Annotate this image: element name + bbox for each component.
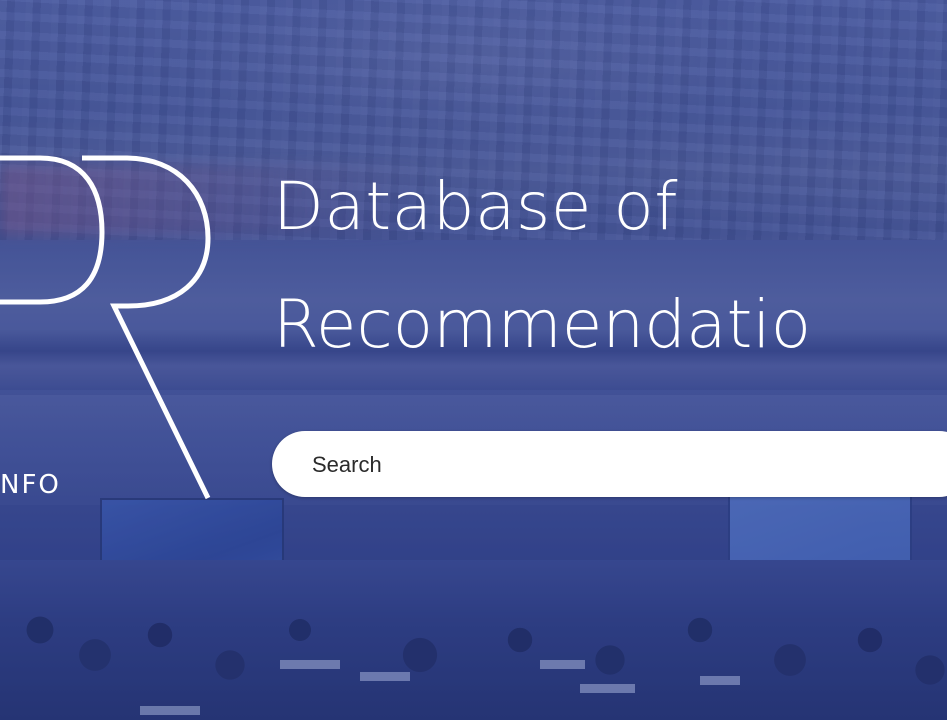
page-title-line2: Recommendatio [273, 286, 812, 363]
upr-logo-icon[interactable] [0, 150, 220, 510]
page-title-line1: Database of [273, 168, 679, 245]
page-title: Database of Recommendatio [273, 148, 811, 384]
search-bar[interactable] [272, 431, 947, 497]
hero-banner: NFO Database of Recommendatio [0, 0, 947, 720]
logo-text: NFO [0, 470, 61, 500]
search-input[interactable] [310, 445, 934, 485]
